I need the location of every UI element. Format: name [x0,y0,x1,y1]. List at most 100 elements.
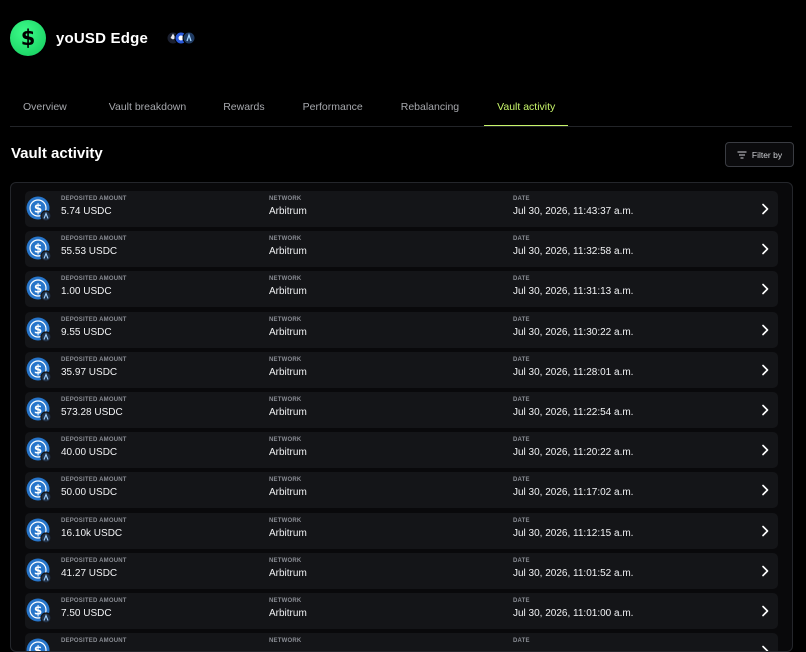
activity-row[interactable]: $ DEPOSITED AMOUNT 50.00 USDC NETWORK Ar… [25,472,778,509]
chevron-right-icon[interactable] [758,403,772,417]
chevron-right-icon[interactable] [758,443,772,457]
date-label: DATE [513,477,530,484]
activity-row[interactable]: $ DEPOSITED AMOUNT 7.50 USDC NETWORK Arb… [25,592,778,629]
date-label: DATE [513,356,530,363]
chevron-right-icon[interactable] [758,242,772,256]
chevron-right-icon[interactable] [758,282,772,296]
amount-label: DEPOSITED AMOUNT [61,396,127,403]
network-label: NETWORK [269,597,302,604]
network-label: NETWORK [269,517,302,524]
date-value: Jul 30, 2026, 11:01:52 a.m. [513,567,634,579]
network-label: NETWORK [269,276,302,283]
amount-label: DEPOSITED AMOUNT [61,557,127,564]
usdc-icon: $ [26,477,52,503]
filter-label: Filter by [751,149,783,160]
usdc-icon: $ [26,236,52,262]
svg-text:$: $ [34,483,42,497]
amount-value: 50.00 USDC [61,487,118,499]
date-label: DATE [513,316,530,323]
svg-text:$: $ [34,523,42,537]
date-value: Jul 30, 2026, 11:43:37 a.m. [513,206,634,217]
svg-text:$: $ [34,563,42,577]
amount-value: 7.50 USDC [61,607,112,619]
activity-row[interactable]: $ DEPOSITED AMOUNT 1.00 USDC NETWORK Arb… [25,271,778,308]
chevron-right-icon[interactable] [758,323,772,337]
date-label: DATE [513,276,530,283]
network-label: NETWORK [269,236,302,243]
activity-row[interactable]: $ DEPOSITED AMOUNT 41.27 USDC NETWORK Ar… [25,552,778,589]
chevron-right-icon[interactable] [758,644,772,652]
date-label: DATE [513,437,530,444]
network-value: Arbitrum [269,326,307,338]
chevron-right-icon[interactable] [758,564,772,578]
date-value: Jul 30, 2026, 11:17:02 a.m. [513,487,634,499]
tab-rewards[interactable]: Rewards [199,88,277,126]
vault-tabs: Overview Vault breakdown Rewards Perform… [10,88,792,127]
amount-label: DEPOSITED AMOUNT [61,517,127,524]
network-label: NETWORK [269,396,302,403]
date-label: DATE [513,236,530,243]
chevron-right-icon[interactable] [758,604,772,618]
chevron-right-icon[interactable] [758,202,772,216]
activity-row[interactable]: $ DEPOSITED AMOUNT 573.28 USDC NETWORK A… [25,391,778,428]
chevron-right-icon[interactable] [758,363,772,377]
date-value: Jul 30, 2026, 11:28:01 a.m. [513,366,634,378]
network-label: NETWORK [269,356,302,363]
svg-text:$: $ [34,242,42,256]
chain-icons [166,31,196,45]
date-label: DATE [513,517,530,524]
vault-header: $ yoUSD Edge [10,20,196,56]
usdc-icon: $ [26,518,52,544]
date-label: DATE [513,196,530,202]
network-value: Arbitrum [269,366,307,378]
tab-vault-breakdown[interactable]: Vault breakdown [80,88,199,126]
amount-label: DEPOSITED AMOUNT [61,597,127,604]
network-value: Arbitrum [269,567,307,579]
tab-overview[interactable]: Overview [10,88,80,126]
date-label: DATE [513,557,530,564]
activity-row[interactable]: $ DEPOSITED AMOUNT 55.53 USDC NETWORK Ar… [25,231,778,268]
svg-text:$: $ [34,603,42,617]
amount-value: 41.27 USDC [61,567,118,579]
activity-list: $ DEPOSITED AMOUNT 5.74 USDC NETWORK Arb… [10,182,793,652]
filter-icon [737,151,747,158]
usdc-icon: $ [26,437,52,463]
activity-row[interactable]: $ DEPOSITED AMOUNT 5.74 USDC NETWORK Arb… [25,191,778,227]
date-label: DATE [513,638,530,645]
date-value: Jul 30, 2026, 11:32:58 a.m. [513,246,634,258]
tab-rebalancing[interactable]: Rebalancing [376,88,472,126]
date-value: Jul 30, 2026, 11:01:00 a.m. [513,607,634,619]
date-value: Jul 30, 2026, 11:22:54 a.m. [513,406,634,418]
chevron-right-icon[interactable] [758,483,772,497]
svg-text:$: $ [34,282,42,296]
network-label: NETWORK [269,638,302,645]
svg-text:$: $ [34,402,42,416]
activity-row[interactable]: $ DEPOSITED AMOUNT 16.10k USDC NETWORK A… [25,512,778,549]
activity-row[interactable]: $ DEPOSITED AMOUNT 40.00 USDC NETWORK Ar… [25,432,778,469]
usdc-icon: $ [26,357,52,383]
activity-row[interactable]: $ DEPOSITED AMOUNT 9.55 USDC NETWORK Arb… [25,311,778,348]
network-value: Arbitrum [269,527,307,539]
network-value: Arbitrum [269,246,307,258]
amount-label: DEPOSITED AMOUNT [61,236,127,243]
network-label: NETWORK [269,477,302,484]
network-label: NETWORK [269,437,302,444]
amount-label: DEPOSITED AMOUNT [61,356,127,363]
vault-title: yoUSD Edge [56,29,149,47]
network-value: Arbitrum [269,607,307,619]
tab-performance[interactable]: Performance [278,88,376,126]
filter-button[interactable]: Filter by [725,142,794,167]
svg-text:$: $ [34,362,42,376]
activity-row[interactable]: $ DEPOSITED AMOUNT 35.97 USDC NETWORK Ar… [25,351,778,388]
activity-row[interactable]: $ DEPOSITED AMOUNT NETWORK DATE [25,633,778,652]
date-value: Jul 30, 2026, 11:20:22 a.m. [513,447,634,459]
amount-label: DEPOSITED AMOUNT [61,477,127,484]
network-label: NETWORK [269,196,302,202]
chevron-right-icon[interactable] [758,524,772,538]
amount-label: DEPOSITED AMOUNT [61,638,127,645]
svg-text:$: $ [34,202,42,216]
amount-value: 9.55 USDC [61,326,112,338]
chain-badges [166,31,196,45]
amount-label: DEPOSITED AMOUNT [61,196,127,202]
tab-vault-activity[interactable]: Vault activity [484,88,569,126]
